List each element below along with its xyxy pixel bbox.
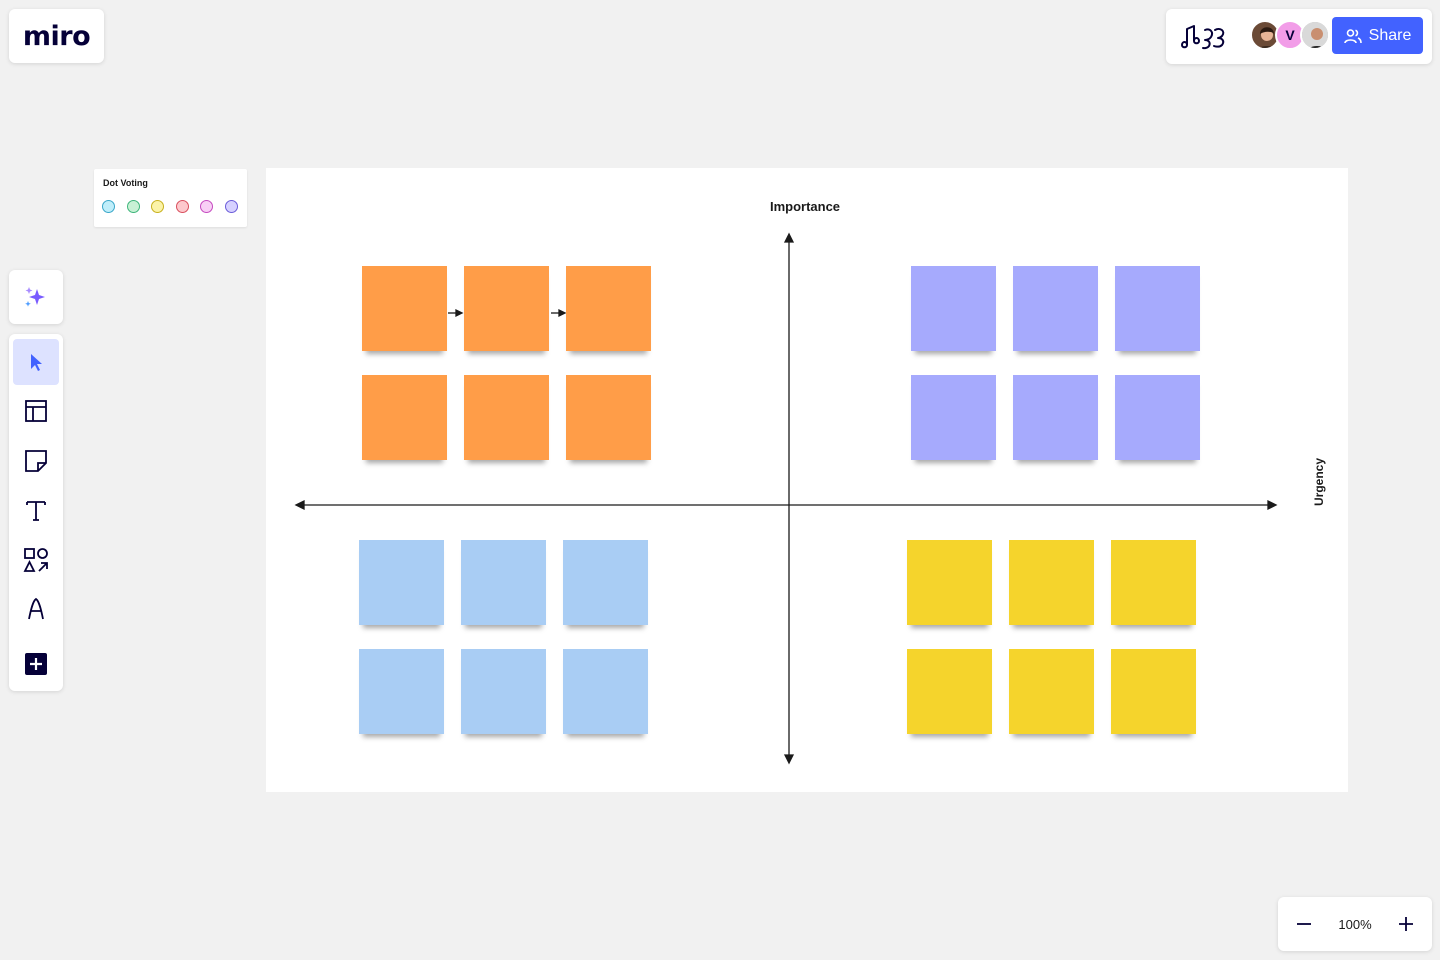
sticky-note-bottom-left[interactable] [563,540,648,625]
sticky-note-icon [25,450,47,472]
share-button[interactable]: Share [1332,17,1423,54]
sticky-note-top-right[interactable] [1013,266,1098,351]
sticky-note-top-right[interactable] [1013,375,1098,460]
connector-arrow-icon [455,308,464,318]
text-icon [26,501,46,521]
sticky-note-bottom-right[interactable] [1111,649,1196,734]
collaborator-avatar[interactable] [1300,20,1330,50]
sticky-note-bottom-left[interactable] [461,649,546,734]
pen-icon [28,597,44,620]
vote-dot[interactable] [175,200,189,213]
board-frame[interactable]: Importance Urgency [266,168,1348,792]
sticky-note-top-left[interactable] [566,375,651,460]
more-tools-button[interactable] [13,641,59,687]
sticky-note-top-right[interactable] [911,375,996,460]
sticky-note-bottom-left[interactable] [461,540,546,625]
arrow-right-icon [1267,499,1278,511]
vote-dot[interactable] [126,200,140,213]
vote-dot[interactable] [102,200,115,213]
collaboration-panel: V Share [1166,9,1432,64]
select-tool[interactable] [13,339,59,385]
sticky-note-bottom-left[interactable] [359,540,444,625]
cursor-icon [31,354,42,371]
sticky-note-bottom-right[interactable] [1009,540,1094,625]
zoom-out-button[interactable] [1292,912,1316,936]
connector-arrow-icon [558,308,567,318]
shapes-tool[interactable] [13,537,59,583]
sticky-note-top-left[interactable] [464,375,549,460]
plus-icon [1399,917,1413,931]
sticky-note-top-left[interactable] [464,266,549,351]
zoom-level[interactable]: 100% [1338,917,1371,932]
dot-voting-widget[interactable]: Dot Voting [94,169,247,227]
person-photo-icon [1302,22,1328,48]
zoom-in-button[interactable] [1394,912,1418,936]
templates-tool[interactable] [13,388,59,434]
arrow-up-icon [783,232,795,243]
sticky-note-bottom-right[interactable] [907,649,992,734]
users-icon [1343,28,1362,43]
shapes-icon [23,548,48,572]
vote-dot[interactable] [200,200,214,213]
sticky-note-bottom-right[interactable] [1111,540,1196,625]
sticky-note-bottom-right[interactable] [907,540,992,625]
sticky-note-bottom-left[interactable] [359,649,444,734]
vote-dot[interactable] [225,200,238,213]
zoom-controls: 100% [1278,897,1432,951]
sticky-note-bottom-right[interactable] [1009,649,1094,734]
sticky-note-top-left[interactable] [566,266,651,351]
avatar-initial: V [1285,27,1295,43]
sticky-note-tool[interactable] [13,438,59,484]
sparkles-icon [25,287,45,307]
sticky-note-top-right[interactable] [1115,375,1200,460]
sticky-note-bottom-left[interactable] [563,649,648,734]
sticky-note-top-left[interactable] [362,375,447,460]
plus-square-icon [25,653,47,675]
main-toolbar [9,334,63,691]
reactions-icon[interactable] [1178,21,1232,51]
layout-icon [25,400,47,422]
miro-logo: miro [22,20,91,52]
arrow-left-icon [294,499,305,511]
dot-voting-title: Dot Voting [103,178,148,188]
vote-dot[interactable] [151,200,165,213]
arrow-down-icon [783,754,795,765]
sticky-note-top-left[interactable] [362,266,447,351]
ai-assist-button[interactable] [9,270,63,324]
pen-tool[interactable] [13,586,59,632]
sticky-note-top-right[interactable] [1115,266,1200,351]
text-tool[interactable] [13,487,59,533]
sticky-note-top-right[interactable] [911,266,996,351]
share-label: Share [1368,26,1412,44]
logo-panel[interactable]: miro [9,9,104,63]
minus-icon [1297,923,1311,925]
